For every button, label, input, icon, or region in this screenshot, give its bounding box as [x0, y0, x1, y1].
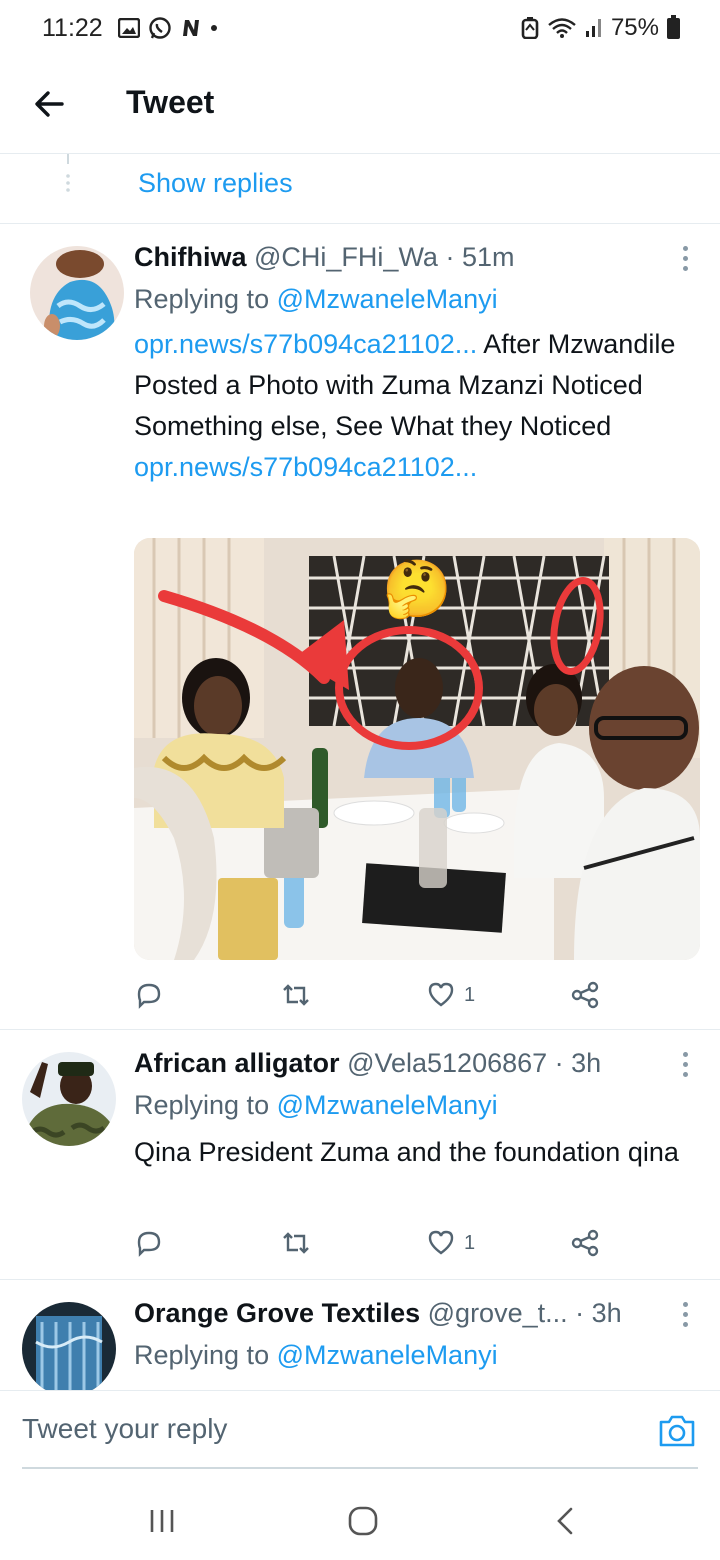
reply-underline [22, 1467, 698, 1469]
replying-prefix: Replying to [134, 1090, 270, 1120]
tweet-item[interactable]: Orange Grove Textiles @grove_t... · 3h R… [0, 1280, 720, 1390]
tweet-text: opr.news/s77b094ca21102... After Mzwandi… [134, 324, 694, 488]
retweet-button[interactable] [280, 1228, 312, 1258]
heart-icon [428, 982, 454, 1007]
tweet-link[interactable]: opr.news/s77b094ca21102... [134, 329, 477, 359]
home-icon[interactable] [343, 1506, 383, 1536]
show-replies-row[interactable]: Show replies [0, 154, 720, 224]
reply-icon [137, 1231, 161, 1257]
back-arrow-icon[interactable] [30, 84, 70, 124]
replying-to: Replying to @MzwaneleManyi [134, 1090, 498, 1121]
more-options-icon[interactable] [680, 246, 690, 272]
battery-percent: 75% [610, 14, 659, 41]
reply-composer: Tweet your reply [0, 1390, 720, 1470]
tweet-item[interactable]: Chifhiwa @CHi_FHi_Wa · 51m Replying to @… [0, 224, 720, 1030]
tweet-header: African alligator @Vela51206867 · 3h [134, 1048, 601, 1079]
replying-to-handle[interactable]: @MzwaneleManyi [277, 1090, 498, 1120]
retweet-button[interactable] [280, 980, 312, 1010]
avatar[interactable] [30, 246, 124, 340]
recent-apps-icon[interactable] [142, 1506, 182, 1536]
tweet-photo[interactable]: 🤔 [134, 538, 700, 960]
more-options-icon[interactable] [680, 1052, 690, 1078]
battery-saver-icon [521, 17, 539, 39]
author-handle[interactable]: @Vela51206867 [347, 1048, 547, 1078]
system-nav-bar [0, 1480, 720, 1560]
reply-icon [137, 983, 161, 1009]
gallery-icon [118, 18, 140, 38]
heart-icon [428, 1230, 454, 1255]
share-button[interactable] [570, 980, 600, 1010]
page-title: Tweet [126, 84, 215, 120]
app-header: Tweet [0, 60, 720, 154]
tweet-text: Qina President Zuma and the foundation q… [134, 1137, 679, 1167]
camera-icon[interactable] [658, 1413, 696, 1449]
author-handle[interactable]: @grove_t... [428, 1298, 568, 1328]
tweet-header: Chifhiwa @CHi_FHi_Wa · 51m [134, 242, 515, 273]
replying-to-handle[interactable]: @MzwaneleManyi [277, 1340, 498, 1370]
replying-to-handle[interactable]: @MzwaneleManyi [277, 284, 498, 314]
status-time: 11:22 [42, 14, 103, 42]
share-icon [571, 981, 599, 1009]
share-icon [571, 1229, 599, 1257]
author-name[interactable]: African alligator [134, 1048, 340, 1078]
thread-line-dots [66, 154, 70, 192]
tweet-actions: 1 [134, 1228, 634, 1262]
tweet-actions: 1 [134, 980, 634, 1014]
status-bar: 11:22 75% [0, 0, 720, 60]
retweet-icon [283, 1232, 309, 1254]
whatsapp-icon [149, 17, 171, 39]
author-name[interactable]: Chifhiwa [134, 242, 247, 272]
notification-icons [118, 16, 218, 40]
tweet-time: · 3h [554, 1048, 602, 1078]
more-options-icon[interactable] [680, 1302, 690, 1328]
avatar[interactable] [22, 1052, 116, 1146]
replying-to: Replying to @MzwaneleManyi [134, 1340, 498, 1371]
reply-input[interactable]: Tweet your reply [22, 1413, 227, 1445]
like-count: 1 [464, 1231, 476, 1254]
reply-button[interactable] [134, 980, 164, 1010]
thinking-emoji: 🤔 [382, 557, 452, 621]
tweet-item[interactable]: African alligator @Vela51206867 · 3h Rep… [0, 1030, 720, 1280]
tweet-time: · 3h [575, 1298, 622, 1328]
wifi-icon [548, 18, 576, 38]
author-name[interactable]: Orange Grove Textiles [134, 1298, 420, 1328]
signal-icon [585, 19, 601, 37]
tweet-time: · 51m [445, 242, 515, 272]
like-count: 1 [464, 983, 476, 1006]
battery-icon [667, 14, 680, 39]
replying-to: Replying to @MzwaneleManyi [134, 284, 498, 315]
news-n-icon [183, 20, 199, 36]
author-handle[interactable]: @CHi_FHi_Wa [254, 242, 438, 272]
like-button[interactable]: 1 [426, 980, 475, 1010]
retweet-icon [283, 984, 309, 1006]
replying-prefix: Replying to [134, 284, 270, 314]
show-replies-link[interactable]: Show replies [138, 168, 293, 199]
replying-prefix: Replying to [134, 1340, 270, 1370]
back-icon[interactable] [545, 1506, 585, 1536]
avatar[interactable] [22, 1302, 116, 1390]
share-button[interactable] [570, 1228, 600, 1258]
tweet-header: Orange Grove Textiles @grove_t... · 3h [134, 1298, 622, 1329]
tweet-link[interactable]: opr.news/s77b094ca21102... [134, 452, 477, 482]
dot-icon [211, 25, 217, 31]
like-button[interactable]: 1 [426, 1228, 475, 1258]
reply-button[interactable] [134, 1228, 164, 1258]
status-right: 75% [521, 14, 680, 42]
